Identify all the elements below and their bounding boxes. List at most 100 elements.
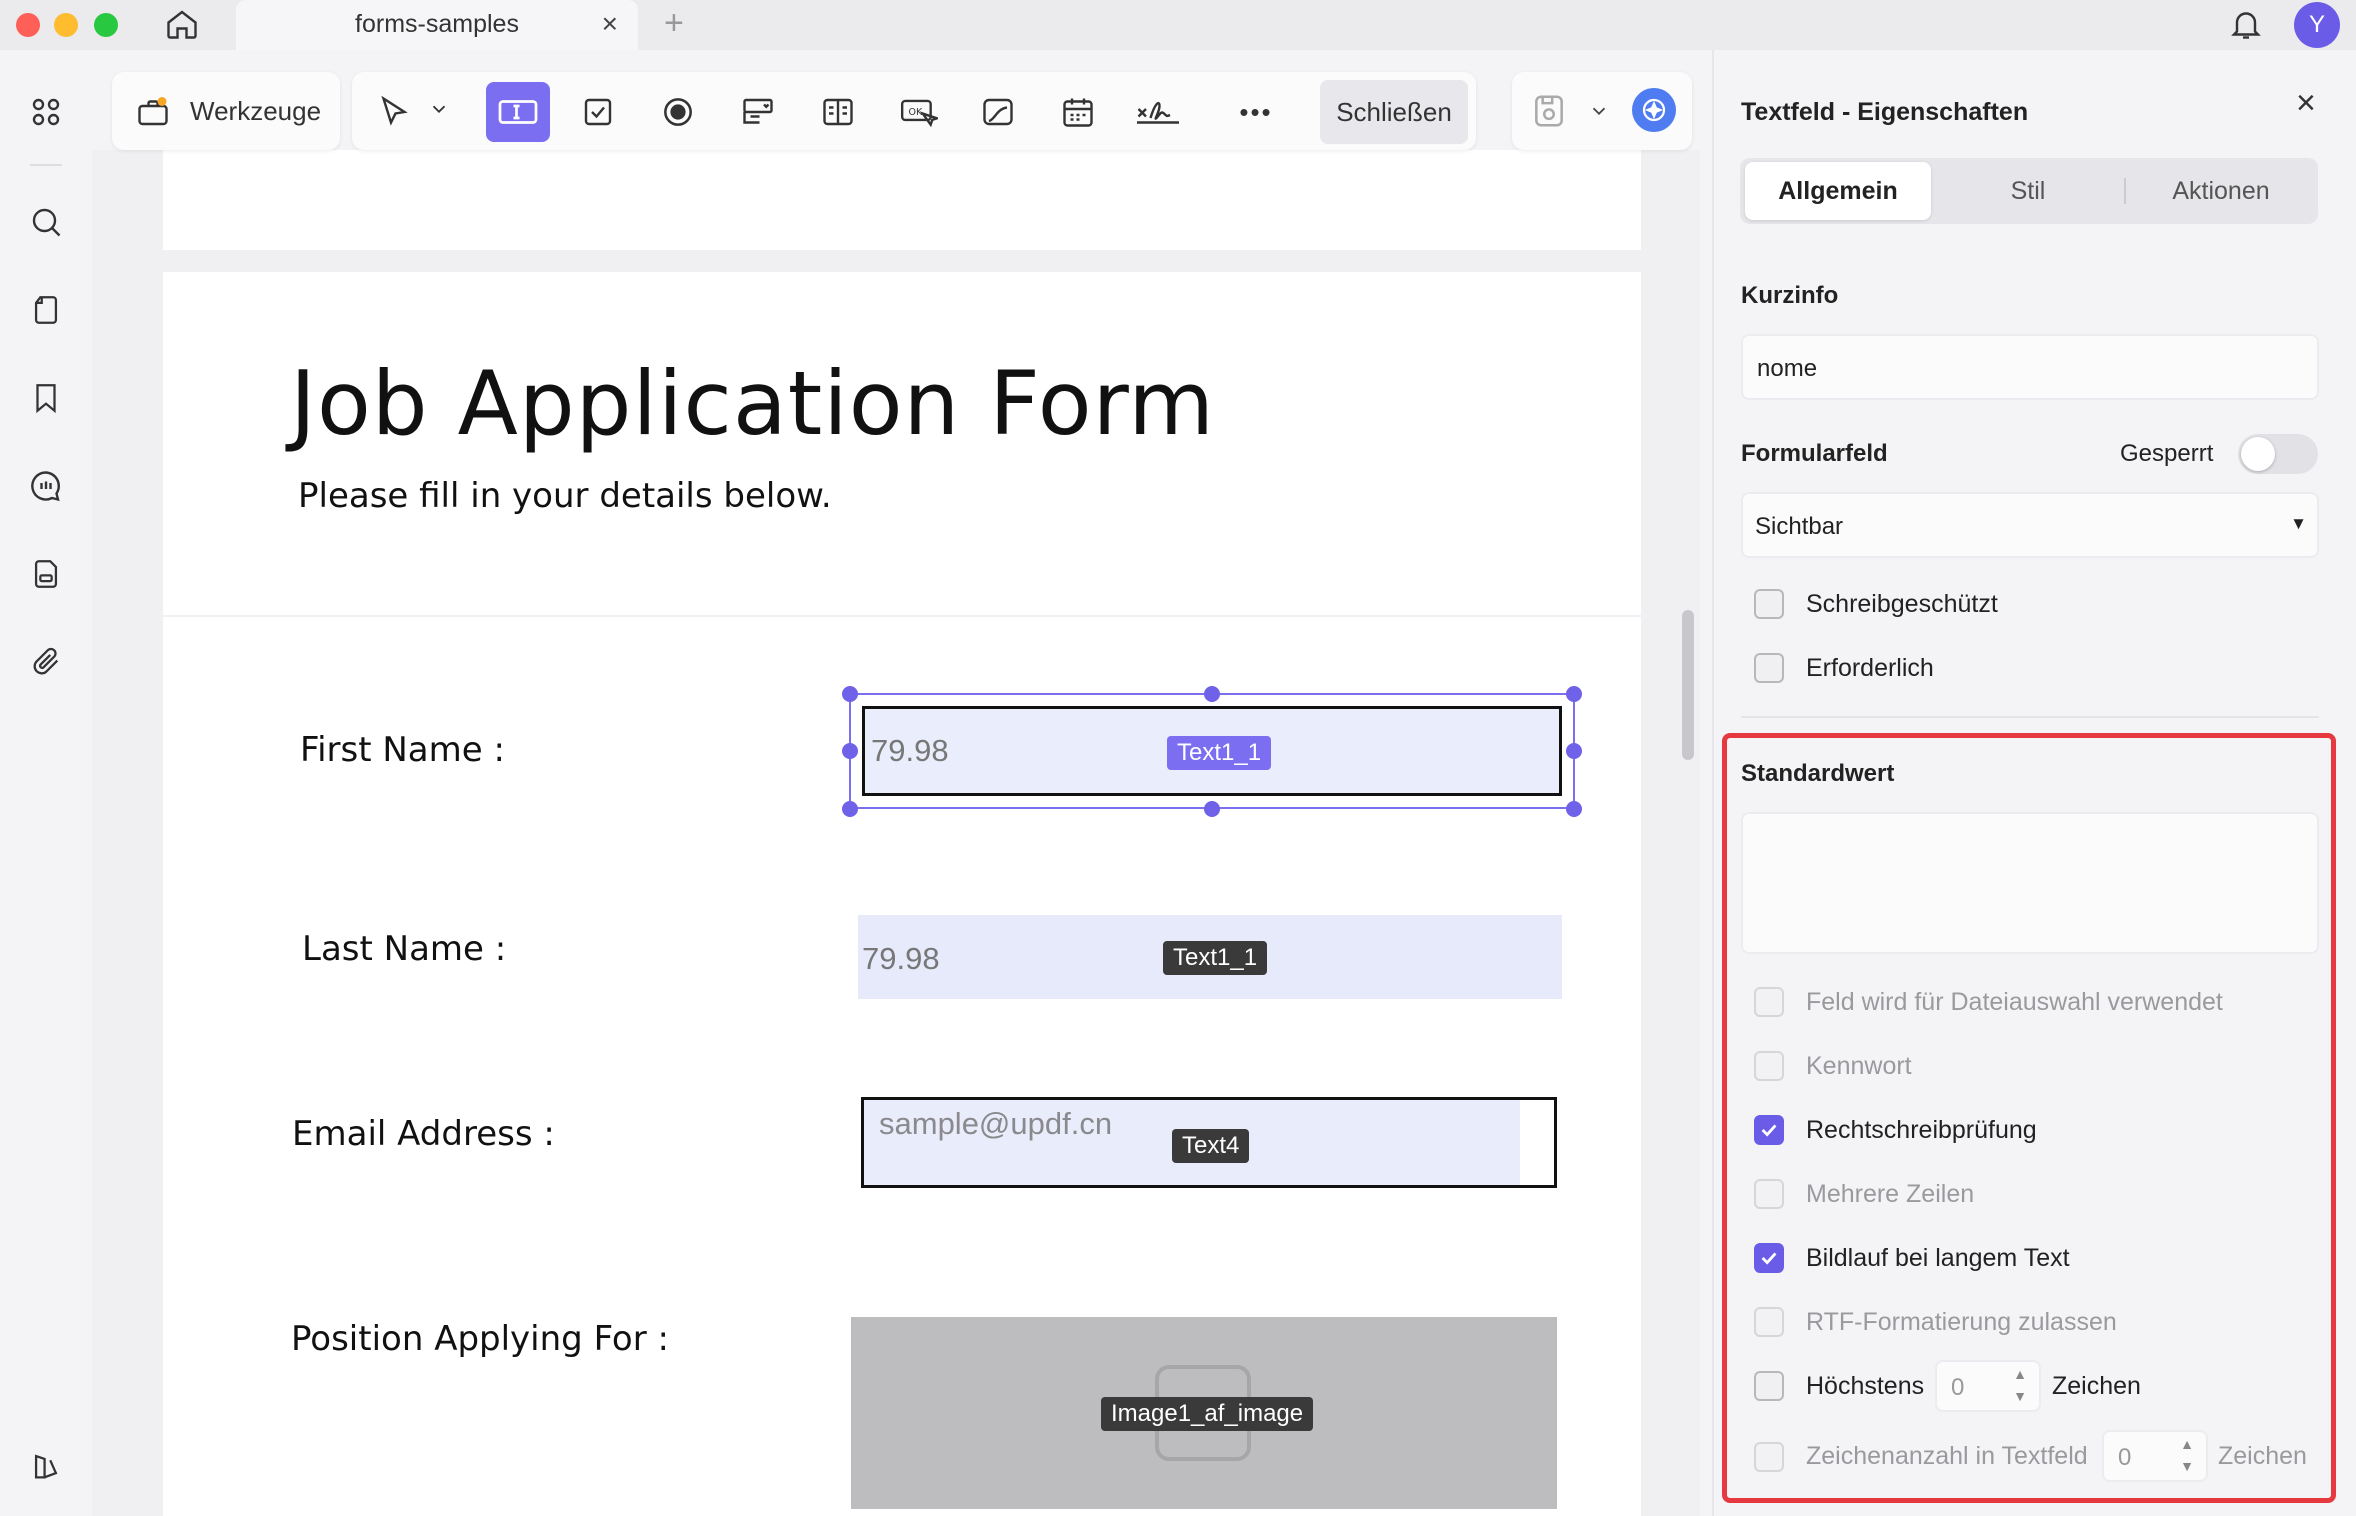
layers-icon[interactable] (24, 1444, 68, 1488)
attachment-icon[interactable] (24, 640, 68, 684)
text-field-tool-button[interactable] (486, 82, 550, 142)
standardwert-label: Standardwert (1741, 760, 1895, 787)
dateiauswahl-label: Feld wird für Dateiauswahl verwendet (1806, 988, 2223, 1016)
checkbox-tool-button[interactable] (566, 82, 630, 142)
hoechstens-label: Höchstens (1806, 1372, 1925, 1400)
tools-button[interactable]: Werkzeuge (112, 72, 340, 150)
mehrere-zeilen-label: Mehrere Zeilen (1806, 1180, 1975, 1208)
schreibgeschuetzt-label: Schreibgeschützt (1806, 590, 1998, 618)
image-tool-button[interactable] (966, 82, 1030, 142)
kennwort-label: Kennwort (1806, 1052, 1912, 1080)
stepper-down-icon[interactable]: ▼ (2180, 1458, 2194, 1474)
erforderlich-label: Erforderlich (1806, 654, 1934, 682)
panel-divider (1741, 716, 2319, 718)
max-chars-stepper[interactable]: 0 ▲ ▼ (1935, 1360, 2041, 1412)
page-subtitle: Please fill in your details below. (298, 476, 832, 516)
divider (163, 615, 1641, 617)
kennwort-checkbox[interactable] (1754, 1051, 1784, 1081)
zeichenanzahl-checkbox[interactable] (1754, 1442, 1784, 1472)
first-name-field[interactable]: 79.98 Text1_1 (862, 706, 1562, 796)
resize-handle[interactable] (842, 801, 858, 817)
gesperrt-label: Gesperrt (2120, 440, 2214, 467)
mehrere-zeilen-checkbox[interactable] (1754, 1179, 1784, 1209)
chevron-down-icon[interactable] (428, 98, 450, 125)
gesperrt-toggle[interactable] (2238, 434, 2318, 474)
hoechstens-checkbox[interactable] (1754, 1371, 1784, 1401)
position-label: Position Applying For : (291, 1319, 669, 1359)
image-field[interactable]: Image1_af_image (851, 1317, 1557, 1509)
more-options-button[interactable]: ••• (1224, 82, 1288, 142)
document-scrollbar[interactable] (1682, 610, 1694, 760)
stepper-down-icon[interactable]: ▼ (2013, 1388, 2027, 1404)
toolbox-icon (134, 94, 172, 135)
standardwert-input[interactable] (1741, 812, 2319, 954)
erforderlich-checkbox[interactable] (1754, 653, 1784, 683)
page-icon[interactable] (24, 288, 68, 332)
minimize-window-button[interactable] (54, 13, 78, 37)
bell-icon[interactable] (2224, 2, 2268, 46)
radio-button-tool-button[interactable] (646, 82, 710, 142)
resize-handle[interactable] (1566, 743, 1582, 759)
dropdown-arrow-icon: ▼ (2290, 514, 2307, 533)
ai-assistant-icon[interactable] (1632, 88, 1676, 132)
save-icon[interactable] (1530, 92, 1568, 135)
rtf-checkbox[interactable] (1754, 1307, 1784, 1337)
resize-handle[interactable] (842, 743, 858, 759)
email-value: sample@updf.cn (879, 1106, 1113, 1141)
tab-aktionen[interactable]: Aktionen (2126, 162, 2316, 220)
zeichenanzahl-label: Zeichenanzahl in Textfeld (1806, 1442, 2088, 1470)
bildlauf-checkbox[interactable] (1754, 1243, 1784, 1273)
resize-handle[interactable] (1566, 801, 1582, 817)
form-icon[interactable] (24, 552, 68, 596)
email-field[interactable]: sample@updf.cn Text4 (861, 1097, 1557, 1188)
resize-handle[interactable] (1204, 801, 1220, 817)
field-tag: Text1_1 (1167, 736, 1272, 770)
new-tab-button[interactable]: + (664, 4, 684, 43)
bookmark-icon[interactable] (24, 376, 68, 420)
last-name-label: Last Name : (302, 929, 507, 969)
title-bar: forms-samples × + Y (0, 0, 2356, 50)
date-tool-button[interactable] (1046, 82, 1110, 142)
search-icon[interactable] (24, 200, 68, 244)
button-tool-button[interactable]: OK (886, 82, 950, 142)
panel-title: Textfeld - Eigenschaften (1741, 98, 2029, 126)
char-count-stepper[interactable]: 0 ▲ ▼ (2102, 1430, 2208, 1482)
signature-tool-button[interactable] (1126, 82, 1190, 142)
close-editing-button[interactable]: Schließen (1320, 80, 1468, 144)
zeichen-unit-label: Zeichen (2052, 1372, 2141, 1400)
first-name-label: First Name : (300, 730, 505, 770)
select-tool-button[interactable] (362, 82, 426, 142)
visibility-select[interactable]: Sichtbar ▼ (1741, 492, 2319, 558)
home-icon[interactable] (162, 4, 202, 44)
char-count-value: 0 (2118, 1444, 2132, 1471)
stepper-up-icon[interactable]: ▲ (2013, 1366, 2027, 1382)
combo-box-tool-button[interactable] (726, 82, 790, 142)
bildlauf-label: Bildlauf bei langem Text (1806, 1244, 2070, 1272)
list-box-tool-button[interactable] (806, 82, 870, 142)
zoom-window-button[interactable] (94, 13, 118, 37)
panel-close-icon[interactable]: × (2296, 84, 2316, 123)
left-sidebar (0, 50, 92, 1516)
tab-stil[interactable]: Stil (1933, 162, 2123, 220)
last-name-field[interactable]: 79.98 Text1_1 (858, 915, 1562, 999)
rechtschreibpruefung-label: Rechtschreibprüfung (1806, 1116, 2037, 1144)
tab-allgemein[interactable]: Allgemein (1745, 162, 1931, 220)
first-name-value: 79.98 (871, 733, 949, 768)
document-tab[interactable]: forms-samples × (236, 0, 638, 50)
grid-icon[interactable] (24, 90, 68, 134)
close-window-button[interactable] (16, 13, 40, 37)
avatar[interactable]: Y (2294, 2, 2340, 48)
tab-close-icon[interactable]: × (602, 8, 618, 40)
schreibgeschuetzt-checkbox[interactable] (1754, 589, 1784, 619)
chevron-down-icon[interactable] (1588, 100, 1610, 127)
resize-handle[interactable] (1204, 686, 1220, 702)
rechtschreibpruefung-checkbox[interactable] (1754, 1115, 1784, 1145)
tab-title: forms-samples (355, 10, 519, 38)
page-title: Job Application Form (290, 352, 1215, 455)
dateiauswahl-checkbox[interactable] (1754, 987, 1784, 1017)
resize-handle[interactable] (842, 686, 858, 702)
resize-handle[interactable] (1566, 686, 1582, 702)
stepper-up-icon[interactable]: ▲ (2180, 1436, 2194, 1452)
comment-icon[interactable] (24, 464, 68, 508)
kurzinfo-input[interactable]: nome (1741, 334, 2319, 400)
